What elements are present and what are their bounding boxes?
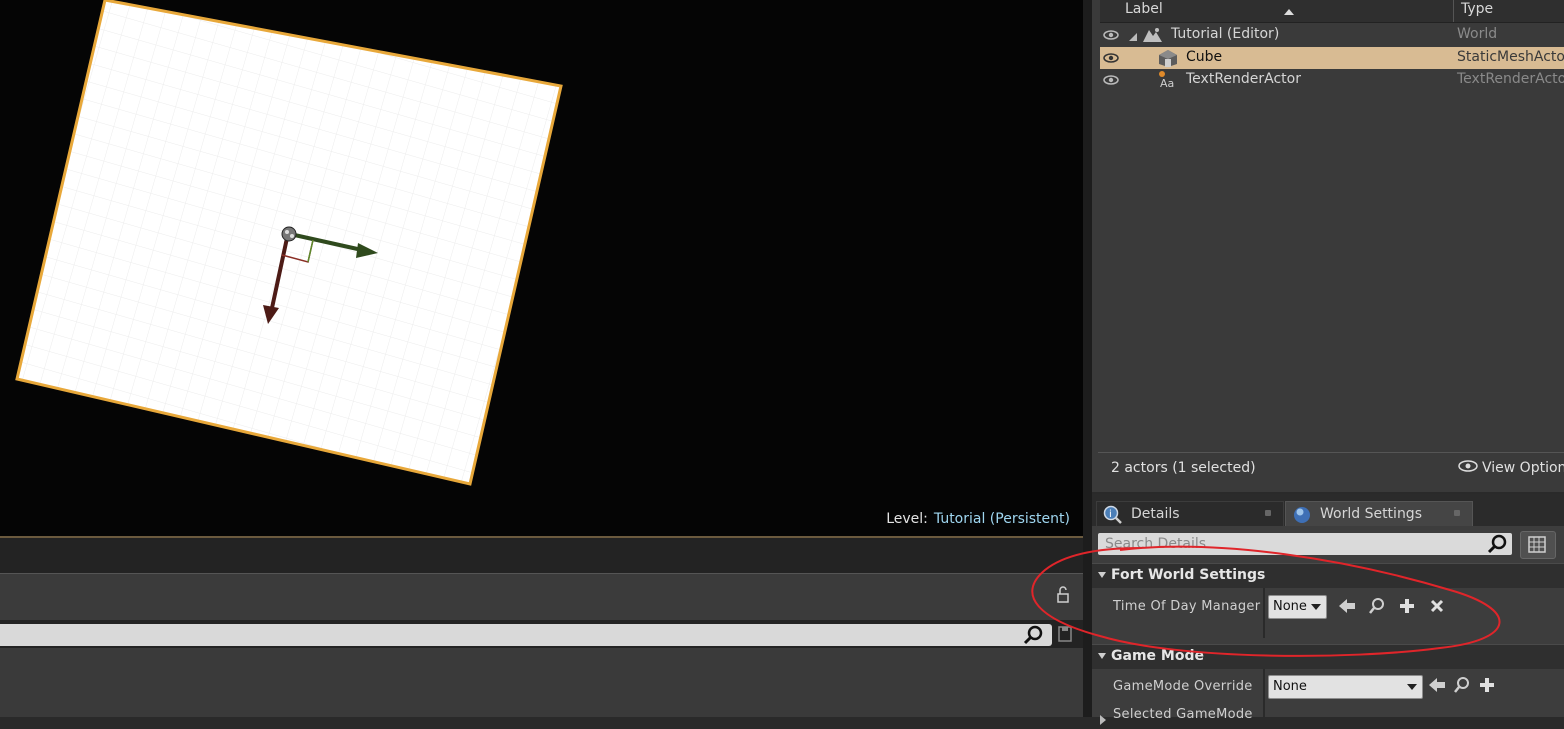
chevron-down-icon bbox=[1407, 684, 1417, 690]
browse-magnifier-icon[interactable] bbox=[1453, 676, 1471, 694]
level-viewport[interactable]: Level: Tutorial (Persistent) bbox=[0, 0, 1083, 536]
outliner-row-world[interactable]: Tutorial (Editor) World bbox=[1100, 24, 1564, 46]
combo-value: None bbox=[1273, 599, 1307, 614]
collapse-arrow-icon bbox=[1098, 572, 1106, 578]
outliner-row-type: StaticMeshActor bbox=[1457, 49, 1564, 65]
tab-world-settings[interactable]: World Settings bbox=[1285, 501, 1473, 527]
tab-details-label: Details bbox=[1131, 506, 1180, 522]
close-icon[interactable] bbox=[1454, 510, 1460, 516]
outliner-row-type: TextRenderActor bbox=[1457, 71, 1564, 87]
property-name: GameMode Override bbox=[1113, 679, 1253, 694]
outliner-row-type: World bbox=[1457, 26, 1498, 42]
column-type[interactable]: Type bbox=[1461, 1, 1493, 17]
tab-world-settings-label: World Settings bbox=[1320, 506, 1422, 522]
combo-value: None bbox=[1273, 679, 1307, 694]
add-plus-icon[interactable] bbox=[1478, 676, 1496, 694]
lower-panel-content bbox=[0, 648, 1085, 717]
save-icon[interactable] bbox=[1058, 626, 1072, 642]
outliner-header: Label Type bbox=[1100, 0, 1564, 23]
eye-icon[interactable] bbox=[1103, 73, 1119, 87]
outliner-row-cube[interactable]: Cube StaticMeshActor bbox=[1100, 47, 1564, 69]
gamemode-override-combo[interactable]: None bbox=[1268, 675, 1423, 699]
close-icon[interactable] bbox=[1265, 510, 1271, 516]
property-name: Selected GameMode bbox=[1113, 707, 1253, 722]
svg-text:Aa: Aa bbox=[1160, 77, 1174, 90]
use-selected-arrow-icon[interactable] bbox=[1338, 597, 1356, 615]
category-title: Game Mode bbox=[1111, 648, 1204, 664]
view-options-button[interactable]: View Options bbox=[1458, 460, 1564, 476]
add-plus-icon[interactable] bbox=[1398, 597, 1416, 615]
category-game-mode[interactable]: Game Mode bbox=[1092, 644, 1564, 669]
property-name: Time Of Day Manager bbox=[1113, 599, 1261, 614]
outliner-row-label: Cube bbox=[1186, 49, 1223, 65]
outliner-footer-divider bbox=[1098, 452, 1564, 453]
chevron-down-icon bbox=[1311, 604, 1321, 610]
category-title: Fort World Settings bbox=[1111, 567, 1266, 583]
panel-splitter[interactable] bbox=[1083, 0, 1092, 717]
viewport-scene bbox=[15, 0, 563, 486]
level-label: Level: bbox=[886, 511, 928, 527]
clear-x-icon[interactable] bbox=[1428, 597, 1446, 615]
lower-panel-toolbar bbox=[0, 573, 1085, 620]
outliner-row-label: TextRenderActor bbox=[1186, 71, 1301, 87]
text-render-icon: Aa bbox=[1157, 70, 1179, 94]
svg-text:i: i bbox=[1109, 509, 1112, 520]
sort-arrow-icon bbox=[1284, 0, 1294, 15]
eye-icon[interactable] bbox=[1103, 28, 1119, 42]
actor-count: 2 actors (1 selected) bbox=[1111, 460, 1256, 476]
world-icon bbox=[1141, 26, 1163, 48]
lock-icon[interactable] bbox=[1052, 584, 1074, 606]
static-mesh-icon bbox=[1158, 49, 1178, 71]
outliner-row-textrender[interactable]: Aa TextRenderActor TextRenderActor bbox=[1100, 69, 1564, 91]
use-selected-arrow-icon[interactable] bbox=[1428, 676, 1446, 694]
column-label[interactable]: Label bbox=[1125, 1, 1163, 17]
outliner-row-label: Tutorial (Editor) bbox=[1171, 26, 1280, 42]
search-icon bbox=[1020, 624, 1046, 646]
category-fort-world-settings[interactable]: Fort World Settings bbox=[1092, 563, 1564, 588]
grid-view-icon bbox=[1528, 536, 1546, 553]
level-name: Tutorial (Persistent) bbox=[933, 511, 1070, 527]
lower-panel-search-input[interactable] bbox=[0, 624, 1052, 646]
collapse-arrow-icon bbox=[1098, 653, 1106, 659]
search-details-placeholder: Search Details bbox=[1105, 536, 1207, 552]
level-indicator: Level: Tutorial (Persistent) bbox=[886, 511, 1070, 527]
tab-details[interactable]: i Details bbox=[1096, 501, 1284, 527]
expand-arrow-icon[interactable] bbox=[1100, 710, 1108, 729]
property-matrix-button[interactable] bbox=[1520, 531, 1556, 559]
eye-icon bbox=[1458, 460, 1478, 476]
search-icon bbox=[1484, 533, 1510, 555]
expand-arrow-icon[interactable] bbox=[1129, 31, 1139, 47]
property-row-time-of-day-manager: Time Of Day Manager bbox=[1092, 588, 1564, 638]
eye-icon[interactable] bbox=[1103, 51, 1119, 65]
view-options-label: View Options bbox=[1482, 460, 1564, 476]
time-of-day-manager-combo[interactable]: None bbox=[1268, 595, 1327, 619]
browse-magnifier-icon[interactable] bbox=[1368, 597, 1386, 615]
